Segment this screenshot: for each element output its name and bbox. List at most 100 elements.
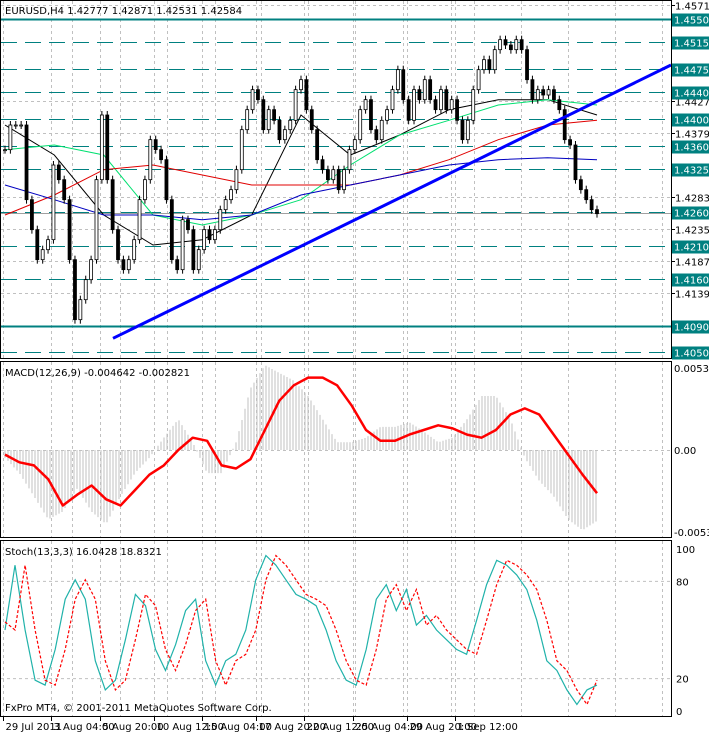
candle — [138, 200, 141, 240]
candle — [230, 190, 233, 200]
candle — [369, 100, 372, 130]
candle — [526, 50, 529, 80]
candle — [493, 50, 496, 70]
candle — [488, 60, 491, 70]
candle — [343, 170, 346, 190]
candle — [68, 200, 71, 260]
level-label: 1.44400 — [674, 89, 709, 100]
candle — [203, 230, 206, 250]
candle — [413, 90, 416, 121]
y-tick-label: 1.43790 — [675, 130, 709, 141]
candle — [170, 200, 173, 260]
x-tick-label: 5 Aug 20:00 — [103, 722, 164, 733]
candle — [359, 110, 362, 140]
y-tick-label: 1.42350 — [675, 226, 709, 237]
candle — [47, 240, 50, 250]
moving-average-line — [5, 120, 597, 215]
y-tick-label: 1.42830 — [675, 194, 709, 205]
candle — [574, 145, 577, 180]
candle — [418, 90, 421, 100]
candle — [95, 180, 98, 260]
candle — [558, 100, 561, 110]
candle — [251, 90, 254, 110]
candle — [283, 130, 286, 140]
candle — [332, 170, 335, 180]
candle — [4, 150, 7, 151]
candle — [563, 110, 566, 140]
stoch-signal-line — [5, 556, 597, 705]
candle — [52, 165, 55, 240]
candle — [235, 170, 238, 190]
candle — [402, 70, 405, 100]
stoch-title: Stoch(13,3,3) 16.0428 18.8321 — [5, 547, 162, 558]
candle — [127, 260, 130, 270]
stoch-y-tick-label: 20 — [676, 675, 689, 686]
candle — [154, 140, 157, 150]
stoch-y-tick-label: 100 — [676, 545, 695, 556]
candle — [509, 45, 512, 50]
y-tick-label: 1.41390 — [675, 290, 709, 301]
candle — [364, 100, 367, 110]
candle — [321, 160, 324, 170]
candle — [407, 100, 410, 121]
candle — [590, 200, 593, 210]
candle — [472, 90, 475, 121]
candle — [391, 90, 394, 110]
candle — [499, 40, 502, 50]
level-label: 1.41600 — [674, 276, 709, 287]
candle — [57, 165, 60, 180]
stoch-panel — [1, 556, 671, 705]
candle — [310, 110, 313, 130]
candle — [353, 140, 356, 150]
candle — [515, 40, 518, 50]
candle — [520, 40, 523, 50]
candle — [375, 130, 378, 140]
candle — [143, 180, 146, 200]
candle — [461, 120, 464, 139]
candle — [133, 240, 136, 260]
moving-average-line — [5, 158, 597, 220]
candle — [579, 180, 582, 190]
candle — [149, 140, 152, 180]
candle — [294, 90, 297, 121]
candle — [165, 160, 168, 200]
stoch-main-line — [5, 556, 597, 705]
y-tick-label: 1.41870 — [675, 258, 709, 269]
candle — [552, 90, 555, 100]
candle — [423, 80, 426, 100]
level-label: 1.43600 — [674, 143, 709, 154]
candle — [79, 300, 82, 320]
macd-y-tick-label: 0.00 — [674, 446, 696, 457]
candle — [106, 115, 109, 180]
level-label: 1.40500 — [674, 349, 709, 360]
candle — [9, 125, 12, 150]
candle — [256, 90, 259, 100]
candle — [466, 120, 469, 139]
level-label: 1.45150 — [674, 39, 709, 50]
moving-averages — [5, 100, 597, 245]
level-label: 1.43250 — [674, 166, 709, 177]
candle — [176, 260, 179, 270]
moving-average-line — [5, 100, 597, 225]
candle — [63, 180, 66, 200]
macd-y-tick-label: 0.00532 — [674, 364, 709, 375]
candle — [477, 70, 480, 90]
candles — [4, 36, 599, 324]
candle — [240, 130, 243, 170]
candle — [482, 60, 485, 70]
candle — [192, 230, 195, 270]
candle — [30, 200, 33, 230]
candle — [117, 230, 120, 260]
candle — [181, 220, 184, 270]
candle — [122, 260, 125, 270]
candle — [569, 140, 572, 145]
trading-chart: 29 Jul 20113 Aug 04:005 Aug 20:0010 Aug … — [0, 0, 709, 734]
candle — [439, 90, 442, 110]
level-label: 1.40900 — [674, 323, 709, 334]
stoch-y-tick-label: 0 — [676, 707, 682, 718]
symbol-header: EURUSD,H4 1.42777 1.42871 1.42531 1.4258… — [5, 6, 242, 17]
candle — [84, 280, 87, 300]
candle — [305, 80, 308, 110]
candle — [224, 200, 227, 210]
level-label: 1.42600 — [674, 209, 709, 220]
